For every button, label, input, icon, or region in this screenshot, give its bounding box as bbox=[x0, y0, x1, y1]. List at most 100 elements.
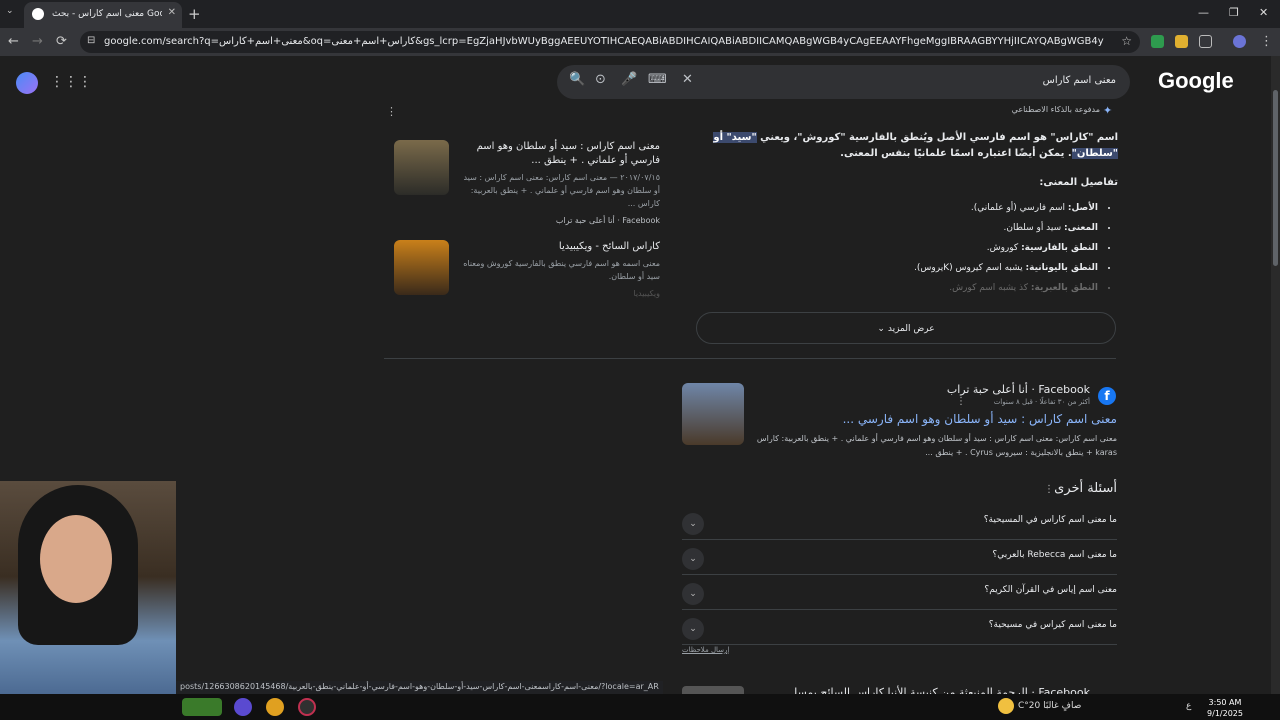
result-thumbnail[interactable] bbox=[682, 383, 744, 445]
app-icon[interactable] bbox=[234, 698, 252, 716]
bullet-value: اسم فارسي (أو علماني). bbox=[970, 203, 1068, 213]
section-divider bbox=[384, 358, 1116, 359]
show-more-button[interactable]: ⌄ عرض المزيد bbox=[696, 312, 1116, 344]
forward-icon[interactable]: → bbox=[32, 34, 43, 49]
chevron-down-icon[interactable]: ⌄ bbox=[682, 618, 704, 640]
ai-text-part1: اسم "كاراس" هو اسم فارسي الأصل ويُنطق با… bbox=[756, 132, 1118, 143]
result-snippet: معنى اسم كاراس: معنى اسم كاراس : سيد أو … bbox=[756, 434, 1117, 457]
chrome-icon[interactable] bbox=[266, 698, 284, 716]
paa-question[interactable]: ⌄ ما معنى اسم كاراس في المسيحية؟ bbox=[682, 505, 1117, 540]
weather-icon bbox=[998, 698, 1014, 714]
source-card[interactable]: كاراس السائح - ويكيبيديا معنى اسمه هو اس… bbox=[460, 240, 660, 298]
page-scrollbar[interactable] bbox=[1271, 56, 1280, 694]
bullet-label: النطق باليونانية: bbox=[1025, 263, 1098, 273]
card-title[interactable]: معنى اسم كاراس : سيد أو سلطان وهو اسم فا… bbox=[460, 140, 660, 168]
bullet-value: كوروش. bbox=[986, 243, 1022, 253]
search-results-page: ⋮⋮⋮ 🔍 ⊙ 🎤 ⌨ ✕ معنى اسم كاراس Google ✦ مد… bbox=[0, 56, 1280, 694]
keyboard-icon[interactable]: ⌨ bbox=[648, 72, 667, 87]
next-result-site[interactable]: Facebook · الرحمة المنبعثة من كنيسة الأن… bbox=[789, 686, 1090, 694]
chevron-down-icon[interactable]: ⌄ bbox=[682, 548, 704, 570]
address-bar[interactable]: ⊟ google.com/search?q=معنى+اسم+كاراس&oq=… bbox=[80, 31, 1140, 53]
window-close-button[interactable]: ✕ bbox=[1259, 6, 1268, 19]
google-logo[interactable]: Google bbox=[1158, 68, 1234, 94]
ai-more-options-icon[interactable]: ⋮ bbox=[386, 105, 397, 118]
bullet-value: سيد أو سلطان. bbox=[1003, 223, 1065, 233]
back-icon[interactable]: ← bbox=[8, 34, 19, 49]
ai-overview-tag: مدفوعة بالذكاء الاصطناعي bbox=[1011, 105, 1100, 114]
details-heading: تفاصيل المعنى: bbox=[1039, 177, 1118, 188]
tab-list-button[interactable]: ⌄ bbox=[6, 6, 14, 16]
feedback-link[interactable]: إرسال ملاحظات bbox=[682, 646, 729, 654]
result-site[interactable]: Facebook · أنا أعلى حبة تراب bbox=[947, 383, 1090, 396]
paa-question[interactable]: ⌄ ما معنى اسم Rebecca بالعربي؟ bbox=[682, 540, 1117, 575]
clock-time: 3:50 AM bbox=[1208, 698, 1242, 707]
taskbar: صافٍ غالبًا 20°C ع 3:50 AM 9/1/2025 bbox=[0, 694, 1280, 720]
shield-extension-icon[interactable] bbox=[1151, 35, 1164, 48]
status-bar-url: posts/1266308620145468/معنى-اسم-كاراسمعن… bbox=[176, 681, 663, 694]
source-card[interactable]: معنى اسم كاراس : سيد أو سلطان وهو اسم فا… bbox=[460, 140, 660, 225]
search-icon[interactable]: 🔍 bbox=[569, 72, 585, 87]
tab-title: معنى اسم كاراس - بحث Google bbox=[52, 9, 162, 19]
recorder-icon[interactable] bbox=[298, 698, 316, 716]
paa-question-text[interactable]: ما معنى اسم كاراس في المسيحية؟ bbox=[984, 515, 1117, 525]
toolbar: ← → ⟳ ⊟ google.com/search?q=معنى+اسم+كار… bbox=[0, 28, 1280, 56]
facebook-icon: f bbox=[1098, 387, 1116, 405]
widgets-icon[interactable] bbox=[182, 698, 222, 716]
card-snippet: معنى اسمه هو اسم فارسي ينطق بالفارسية كو… bbox=[463, 259, 660, 281]
tab-close-icon[interactable]: ✕ bbox=[168, 7, 176, 18]
paa-question[interactable]: ⌄ معنى اسم إياس في القرآن الكريم؟ bbox=[682, 575, 1117, 610]
google-favicon-icon bbox=[32, 8, 44, 20]
site-info-icon[interactable]: ⊟ bbox=[87, 35, 95, 46]
paa-question-text[interactable]: معنى اسم إياس في القرآن الكريم؟ bbox=[984, 585, 1117, 595]
bullet-value: كذ يشبه اسم كورش. bbox=[949, 283, 1031, 293]
chevron-down-icon[interactable]: ⌄ bbox=[682, 513, 704, 535]
extensions-puzzle-icon[interactable] bbox=[1199, 35, 1212, 48]
scrollbar-thumb[interactable] bbox=[1273, 90, 1278, 266]
active-tab[interactable]: معنى اسم كاراس - بحث Google ✕ bbox=[24, 2, 182, 28]
paa-question-text[interactable]: ما معنى اسم كيراس في مسيحية؟ bbox=[989, 620, 1117, 630]
bookmark-star-icon[interactable]: ☆ bbox=[1121, 34, 1132, 48]
wallet-extension-icon[interactable] bbox=[1175, 35, 1188, 48]
search-box[interactable]: 🔍 ⊙ 🎤 ⌨ ✕ معنى اسم كاراس bbox=[557, 65, 1130, 99]
browser-menu-icon[interactable]: ⋮ bbox=[1260, 34, 1273, 49]
card-title[interactable]: كاراس السائح - ويكيبيديا bbox=[460, 240, 660, 254]
profile-avatar[interactable] bbox=[1233, 35, 1246, 48]
list-item: النطق بالعبرية: كذ يشبه اسم كورش. bbox=[860, 278, 1110, 298]
paa-question-text[interactable]: ما معنى اسم Rebecca بالعربي؟ bbox=[992, 550, 1117, 560]
card-source: ويكيبيديا bbox=[633, 289, 660, 298]
next-result-thumbnail[interactable] bbox=[682, 686, 744, 694]
lens-icon[interactable]: ⊙ bbox=[595, 72, 606, 87]
apps-grid-icon[interactable]: ⋮⋮⋮ bbox=[50, 74, 92, 90]
card-source: Facebook · أنا أعلى حبة تراب bbox=[555, 216, 660, 225]
card-thumbnail[interactable] bbox=[394, 240, 449, 295]
list-item: النطق باليونانية: يشبه اسم كيروس (Kيروس)… bbox=[860, 258, 1110, 278]
result-meta: أكثر من ٣٠ تفاعلًا · قبل ٨ سنوات bbox=[993, 398, 1090, 406]
card-thumbnail[interactable] bbox=[394, 140, 449, 195]
ai-text-part2: . يمكن أيضًا اعتباره اسمًا علمانيًا بنفس… bbox=[840, 148, 1072, 159]
paa-question[interactable]: ⌄ ما معنى اسم كيراس في مسيحية؟ bbox=[682, 610, 1117, 645]
search-query[interactable]: معنى اسم كاراس bbox=[1043, 75, 1116, 86]
card-snippet: ٢٠١٧/٠٧/١٥ — معنى اسم كاراس: معنى اسم كا… bbox=[463, 173, 660, 208]
paa-options-icon[interactable]: ⋮ bbox=[1044, 484, 1054, 495]
result-title-link[interactable]: معنى اسم كاراس : سيد أو سلطان وهو اسم فا… bbox=[843, 412, 1117, 426]
list-item: الأصل: اسم فارسي (أو علماني). bbox=[860, 198, 1110, 218]
result-options-icon[interactable]: ⋮ bbox=[956, 396, 966, 407]
minimize-button[interactable]: — bbox=[1198, 6, 1209, 19]
language-indicator[interactable]: ع bbox=[1186, 701, 1191, 711]
reload-icon[interactable]: ⟳ bbox=[56, 34, 67, 49]
url-text[interactable]: google.com/search?q=معنى+اسم+كاراس&oq=كا… bbox=[104, 36, 1104, 47]
paa-heading: أسئلة أخرى bbox=[1054, 481, 1117, 496]
system-clock[interactable]: 3:50 AM 9/1/2025 bbox=[1204, 697, 1246, 719]
weather-text[interactable]: صافٍ غالبًا 20°C bbox=[1018, 701, 1081, 711]
chevron-down-icon[interactable]: ⌄ bbox=[682, 583, 704, 605]
clock-date: 9/1/2025 bbox=[1207, 709, 1243, 718]
list-item: النطق بالفارسية: كوروش. bbox=[860, 238, 1110, 258]
ai-overview-text: اسم "كاراس" هو اسم فارسي الأصل ويُنطق با… bbox=[700, 130, 1118, 162]
clear-search-icon[interactable]: ✕ bbox=[682, 72, 693, 87]
bullet-label: المعنى: bbox=[1064, 223, 1098, 233]
new-tab-button[interactable]: + bbox=[188, 5, 201, 23]
restore-button[interactable]: ❐ bbox=[1229, 6, 1239, 19]
person-face bbox=[40, 515, 112, 603]
mic-icon[interactable]: 🎤 bbox=[621, 72, 637, 87]
gemini-icon[interactable] bbox=[16, 72, 38, 94]
